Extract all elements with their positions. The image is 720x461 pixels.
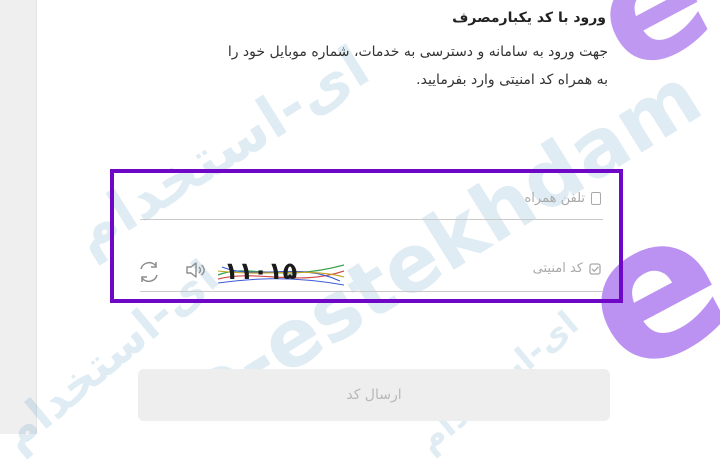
- mobile-icon: [591, 192, 601, 205]
- instructions-text: جهت ورود به سامانه و دسترسی به خدمات، شم…: [88, 38, 608, 94]
- phone-field-placeholder: تلفن همراه: [524, 191, 586, 206]
- captcha-field-underline: [140, 291, 603, 292]
- instructions-line: به همراه کد امنیتی وارد بفرمایید.: [416, 72, 608, 88]
- speaker-icon[interactable]: [184, 259, 206, 281]
- page-title: ورود با کد یکبارمصرف: [452, 10, 606, 26]
- captcha-image: ۱۱۰۱۵: [218, 257, 344, 289]
- captcha-code: ۱۱۰۱۵: [224, 257, 298, 285]
- instructions-line: جهت ورود به سامانه و دسترسی به خدمات، شم…: [227, 44, 608, 60]
- refresh-icon[interactable]: [136, 259, 162, 285]
- captcha-field[interactable]: کد امنیتی: [533, 261, 601, 276]
- send-code-button[interactable]: ارسال کد: [138, 369, 610, 421]
- phone-field-underline: [140, 219, 603, 220]
- login-form: تلفن همراه کد امنیتی ۱۱۰۱۵: [110, 169, 623, 303]
- captcha-field-placeholder: کد امنیتی: [532, 261, 583, 276]
- checkbox-icon: [589, 262, 601, 275]
- phone-field[interactable]: تلفن همراه: [524, 191, 601, 206]
- left-panel-edge: [0, 0, 37, 434]
